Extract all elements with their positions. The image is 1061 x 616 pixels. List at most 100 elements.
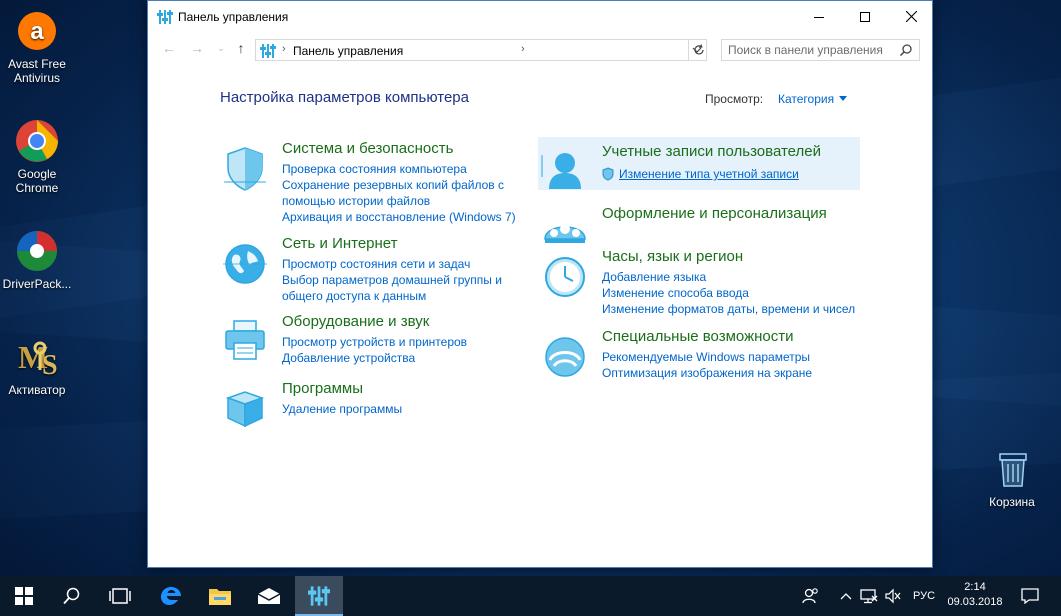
breadcrumb-control-panel[interactable]: Панель управления — [293, 44, 403, 58]
category-title[interactable]: Оборудование и звук — [282, 313, 429, 330]
category-title[interactable]: Учетные записи пользователей — [602, 143, 821, 160]
clock-icon[interactable] — [540, 252, 590, 302]
link-optimize-display[interactable]: Оптимизация изображения на экране — [602, 365, 852, 381]
arrow-right-icon: → — [190, 40, 204, 56]
input-language[interactable]: РУС — [907, 576, 941, 616]
link-change-formats[interactable]: Изменение форматов даты, времени и чисел — [602, 301, 855, 317]
category-title[interactable]: Сеть и Интернет — [282, 235, 398, 252]
task-view-icon — [109, 588, 131, 604]
navigation-bar: ← → ⌄ ↑ › Панель управления › — [148, 32, 932, 64]
maximize-icon — [860, 11, 870, 22]
folder-icon — [209, 589, 231, 605]
link-recommended-settings[interactable]: Рекомендуемые Windows параметры — [602, 349, 852, 365]
printer-icon[interactable] — [220, 317, 270, 367]
taskbar-mail[interactable] — [245, 576, 293, 616]
people-button[interactable] — [796, 576, 826, 616]
link-change-input[interactable]: Изменение способа ввода — [602, 285, 852, 301]
caret-down-icon — [839, 96, 848, 101]
title-bar[interactable]: Панель управления — [148, 1, 932, 32]
desktop-icon-label: Активатор — [8, 383, 66, 397]
link-change-account-type[interactable]: Изменение типа учетной записи — [602, 166, 852, 182]
chevron-down-icon: ⌄ — [217, 43, 225, 53]
category-title[interactable]: Специальные возможности — [602, 328, 794, 345]
taskbar-file-explorer[interactable] — [196, 576, 244, 616]
edge-icon — [161, 587, 181, 605]
avast-icon: a — [14, 8, 60, 54]
desktop-icon-activator[interactable]: M S Активатор — [0, 334, 74, 397]
uac-shield-icon — [602, 167, 614, 185]
arrow-up-icon: ↑ — [237, 40, 245, 56]
view-by-dropdown[interactable]: Категория — [778, 92, 848, 106]
maximize-button[interactable] — [842, 1, 888, 32]
people-icon — [802, 588, 818, 604]
control-panel-icon — [157, 9, 173, 30]
category-links: Рекомендуемые Windows параметры Оптимиза… — [602, 349, 852, 381]
view-by-label: Просмотр: — [705, 92, 764, 106]
recent-locations-button[interactable]: ⌄ — [212, 41, 230, 57]
shield-icon[interactable] — [220, 144, 270, 194]
notifications-icon — [1021, 588, 1039, 604]
clock[interactable]: 2:14 09.03.2018 — [942, 580, 1008, 610]
clock-time: 2:14 — [964, 581, 986, 593]
category-links: Удаление программы — [282, 401, 532, 417]
address-bar[interactable]: › Панель управления › — [255, 39, 707, 61]
control-panel-icon — [260, 43, 276, 62]
desktop-icon-recycle-bin[interactable]: Корзина — [975, 446, 1049, 509]
window-title: Панель управления — [178, 10, 289, 24]
page-title: Настройка параметров компьютера — [220, 89, 469, 106]
volume-button[interactable] — [882, 576, 904, 616]
search-button[interactable] — [48, 576, 96, 616]
close-button[interactable] — [888, 1, 934, 32]
desktop-icon-chrome[interactable]: Google Chrome — [0, 118, 74, 195]
chevron-up-icon — [840, 593, 852, 600]
control-panel-window: Панель управления ← → ⌄ ↑ › Панель управ… — [147, 0, 933, 568]
programs-icon[interactable] — [220, 384, 270, 434]
link-homegroup[interactable]: Выбор параметров домашней группы и — [282, 272, 532, 288]
back-button[interactable]: ← — [160, 41, 178, 57]
svg-text:a: a — [30, 18, 44, 45]
refresh-button[interactable] — [688, 39, 708, 61]
up-button[interactable]: ↑ — [232, 41, 250, 57]
network-status[interactable] — [858, 576, 880, 616]
category-title[interactable]: Часы, язык и регион — [602, 248, 743, 265]
accessibility-icon[interactable] — [540, 332, 590, 382]
minimize-icon — [814, 16, 824, 18]
minimize-button[interactable] — [796, 1, 842, 32]
search-icon[interactable] — [899, 43, 913, 62]
forward-button[interactable]: → — [188, 41, 206, 57]
link-add-language[interactable]: Добавление языка — [602, 269, 852, 285]
category-title[interactable]: Программы — [282, 380, 363, 397]
link-uninstall-program[interactable]: Удаление программы — [282, 401, 532, 417]
chrome-icon — [14, 118, 60, 164]
action-center-button[interactable] — [1012, 576, 1048, 616]
view-by-value: Категория — [778, 92, 835, 106]
link-check-computer-status[interactable]: Проверка состояния компьютера — [282, 161, 532, 177]
breadcrumb-separator-icon: › — [282, 43, 286, 55]
task-view-button[interactable] — [96, 576, 144, 616]
activator-key-icon: M S — [14, 334, 60, 381]
desktop-icon-avast[interactable]: a Avast Free Antivirus — [0, 8, 74, 85]
breadcrumb-separator-icon[interactable]: › — [521, 43, 525, 55]
link-homegroup[interactable]: общего доступа к данным — [282, 288, 532, 304]
link-network-status[interactable]: Просмотр состояния сети и задач — [282, 256, 532, 272]
search-input[interactable] — [722, 40, 892, 60]
driverpack-icon — [14, 228, 60, 274]
link-backup-restore[interactable]: Архивация и восстановление (Windows 7) — [282, 209, 532, 225]
network-icon — [860, 589, 878, 604]
taskbar-edge[interactable] — [147, 576, 195, 616]
link-file-history[interactable]: помощью истории файлов — [282, 193, 532, 209]
show-hidden-icons-button[interactable] — [836, 576, 856, 616]
globe-icon[interactable] — [220, 239, 270, 289]
taskbar-control-panel[interactable] — [295, 576, 343, 616]
start-button[interactable] — [0, 576, 48, 616]
desktop-icon-label: DriverPack... — [2, 277, 72, 291]
category-title[interactable]: Оформление и персонализация — [602, 205, 827, 222]
category-title[interactable]: Система и безопасность — [282, 140, 453, 157]
link-devices-printers[interactable]: Просмотр устройств и принтеров — [282, 334, 532, 350]
search-box[interactable] — [721, 39, 920, 61]
refresh-icon — [693, 44, 704, 55]
link-file-history[interactable]: Сохранение резервных копий файлов с — [282, 177, 532, 193]
user-accounts-icon[interactable] — [540, 147, 590, 197]
desktop-icon-driverpack[interactable]: DriverPack... — [0, 228, 74, 291]
link-add-device[interactable]: Добавление устройства — [282, 350, 532, 366]
